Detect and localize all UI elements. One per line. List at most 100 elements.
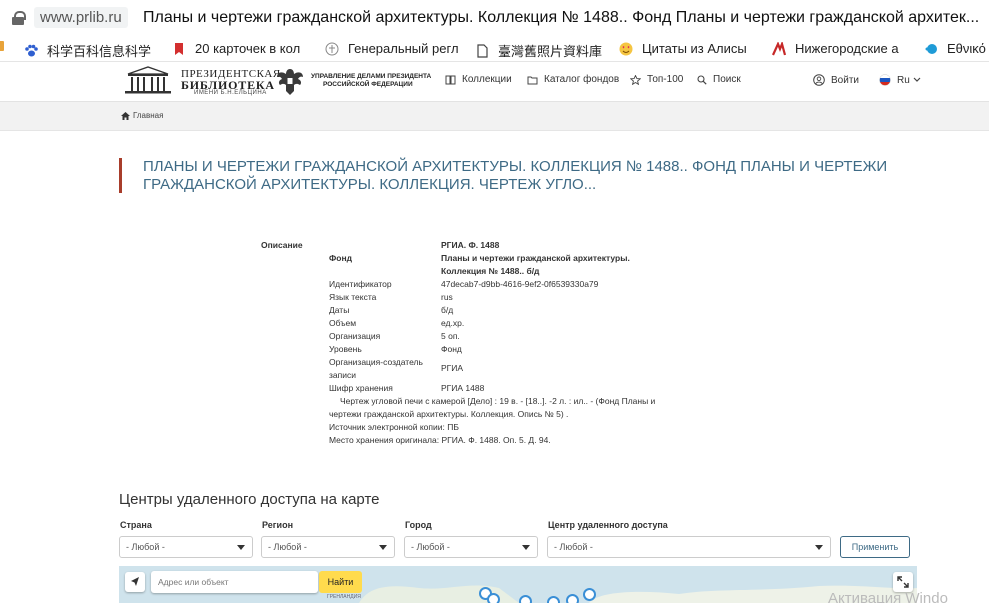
bookmark-item[interactable]: 臺灣舊照片資料庫 <box>475 41 602 60</box>
level-value: Фонд <box>441 344 462 354</box>
russia-flag-icon <box>879 74 891 86</box>
region-select-value: - Любой - <box>268 542 307 552</box>
emblem-icon <box>325 42 339 55</box>
bookmark-partial[interactable] <box>0 41 13 51</box>
double-eagle-emblem-icon <box>277 69 303 95</box>
country-select-value: - Любой - <box>126 542 165 552</box>
note-line1: Чертеж угловой печи с камерой [Дело] : 1… <box>340 396 656 406</box>
map-marker[interactable] <box>519 595 532 603</box>
creator-label-line1: Организация-создатель <box>329 357 423 367</box>
bookmark-label: 科学百科信息科学 <box>47 44 152 59</box>
udp-line1: УПРАВЛЕНИЕ ДЕЛАМИ ПРЕЗИДЕНТА <box>311 73 432 80</box>
logo-line3: ИМЕНИ Б.Н.ЕЛЬЦИНА <box>194 90 267 96</box>
nav-search[interactable]: Поиск <box>697 74 741 85</box>
bookmark-label: 臺灣舊照片資料庫 <box>498 44 603 59</box>
archive-value: РГИА. Ф. 1488 <box>441 240 500 250</box>
map-widget[interactable]: Адрес или объект Найти ГРЕНЛАНДИЯ <box>119 566 917 603</box>
home-icon <box>121 111 130 120</box>
level-label: Уровень <box>329 344 362 354</box>
library-building-icon[interactable] <box>122 66 174 96</box>
nav-catalog-label: Каталог фондов <box>544 74 620 85</box>
region-select[interactable]: - Любой - <box>261 536 395 558</box>
login-link[interactable]: Войти <box>813 74 859 86</box>
volume-value: ед.хр. <box>441 318 465 328</box>
browser-url-bar[interactable]: www.prlib.ru Планы и чертежи гражданской… <box>0 0 989 36</box>
map-marker[interactable] <box>583 588 596 601</box>
bookmark-item[interactable]: Εθνικό <box>924 41 986 56</box>
udp-logo[interactable]: УПРАВЛЕНИЕ ДЕЛАМИ ПРЕЗИДЕНТА РОССИЙСКОЙ … <box>311 73 431 89</box>
fullscreen-button[interactable] <box>893 572 913 592</box>
folder-icon <box>527 76 538 84</box>
site-header: ПРЕЗИДЕНТСКАЯ БИБЛИОТЕКА ИМЕНИ Б.Н.ЕЛЬЦИ… <box>0 62 989 102</box>
tab-title: Планы и чертежи гражданской архитектуры.… <box>143 9 980 26</box>
creator-value: РГИА <box>441 363 464 373</box>
apply-button[interactable]: Применить <box>840 536 910 558</box>
bookmark-label: Εθνικό <box>947 41 986 56</box>
map-heading: Центры удаленного доступа на карте <box>119 491 380 508</box>
login-label: Войти <box>831 74 859 86</box>
map-marker[interactable] <box>547 596 560 603</box>
blue-dot-icon <box>925 43 937 54</box>
bookmark-item[interactable]: Нижегородские а <box>772 41 899 56</box>
storage-label: Шифр хранения <box>329 383 393 393</box>
source-line: Источник электронной копии: ПБ <box>329 422 459 432</box>
bookmark-item[interactable]: Цитаты из Алисы <box>619 41 747 56</box>
bookmark-label: Генеральный регл <box>348 41 459 56</box>
creator-label-line2: записи <box>329 370 356 380</box>
udp-line2: РОССИЙСКОЙ ФЕДЕРАЦИИ <box>323 81 413 88</box>
paw-icon <box>25 44 38 56</box>
caret-down-icon <box>237 545 245 550</box>
bookmark-label: 20 карточек в кол <box>195 41 301 56</box>
bookmarks-bar: 科学百科信息科学 20 карточек в кол Генеральный р… <box>0 36 989 62</box>
heart-eyes-icon <box>619 42 633 55</box>
map-marker[interactable] <box>487 593 500 603</box>
breadcrumb-band: Главная <box>0 102 989 131</box>
map-find-button[interactable]: Найти <box>319 571 362 593</box>
nav-catalog[interactable]: Каталог фондов <box>527 74 619 85</box>
language-selector[interactable]: Ru <box>879 74 921 86</box>
nav-collections-label: Коллекции <box>462 74 512 85</box>
nav-collections[interactable]: Коллекции <box>445 74 512 85</box>
country-filter-label: Страна <box>120 520 152 530</box>
note-line2: чертежи гражданской архитектуры. Коллекц… <box>329 409 569 419</box>
lock-icon <box>12 11 26 25</box>
language-label-field: Язык текста <box>329 292 377 302</box>
nav-top100[interactable]: Топ-100 <box>630 74 683 85</box>
breadcrumb-home[interactable]: Главная <box>133 111 163 120</box>
volume-label: Объем <box>329 318 357 328</box>
location-line: Место хранения оригинала: РГИА. Ф. 1488.… <box>329 435 551 445</box>
region-filter-label: Регион <box>262 520 293 530</box>
dates-label: Даты <box>329 305 350 315</box>
nn-logo-icon <box>772 41 786 55</box>
center-select-value: - Любой - <box>554 542 593 552</box>
country-select[interactable]: - Любой - <box>119 536 253 558</box>
search-icon <box>697 74 707 85</box>
url-domain[interactable]: www.prlib.ru <box>34 7 128 28</box>
caret-down-icon <box>379 545 387 550</box>
city-filter-label: Город <box>405 520 432 530</box>
fund-value-line1: Планы и чертежи гражданской архитектуры. <box>441 253 630 263</box>
geolocation-button[interactable] <box>125 572 145 592</box>
dates-value: б/д <box>441 305 454 315</box>
bookmark-item[interactable]: Генеральный регл <box>325 41 459 56</box>
city-select[interactable]: - Любой - <box>404 536 538 558</box>
map-marker[interactable] <box>566 594 579 603</box>
bookmark-item[interactable]: 20 карточек в кол <box>172 41 300 56</box>
bookmark-item[interactable]: 科学百科信息科学 <box>24 41 151 60</box>
description-label: Описание <box>261 240 303 250</box>
language-value: rus <box>441 292 453 302</box>
bookmark-partial-icon <box>0 41 4 51</box>
center-select[interactable]: - Любой - <box>547 536 831 558</box>
map-geo-label: ГРЕНЛАНДИЯ <box>327 594 361 600</box>
navigation-arrow-icon <box>131 577 139 586</box>
breadcrumb[interactable]: Главная <box>121 111 163 120</box>
user-icon <box>813 74 825 86</box>
map-search-input[interactable]: Адрес или объект <box>151 571 318 593</box>
language-label: Ru <box>897 74 910 86</box>
center-filter-label: Центр удаленного доступа <box>548 520 668 530</box>
page-title: ПЛАНЫ И ЧЕРТЕЖИ ГРАЖДАНСКОЙ АРХИТЕКТУРЫ.… <box>143 158 888 193</box>
page-icon <box>477 43 488 58</box>
organization-label: Организация <box>329 331 381 341</box>
identifier-value: 47decab7-d9bb-4616-9ef2-0f6539330a79 <box>441 279 599 289</box>
caret-down-icon <box>522 545 530 550</box>
